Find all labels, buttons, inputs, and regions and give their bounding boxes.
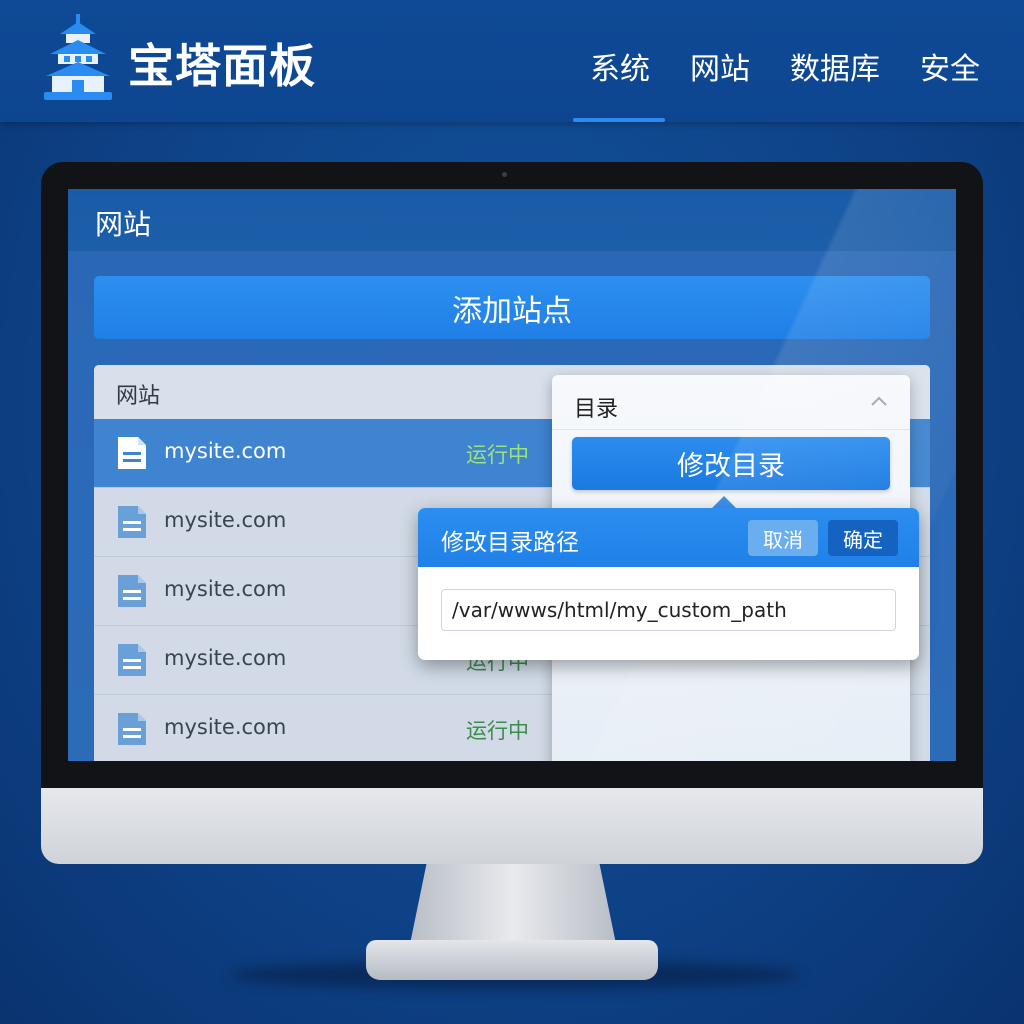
site-status: 运行中 [466,443,529,467]
modify-directory-button[interactable]: 修改目录 [572,437,890,490]
directory-label: 目录 [574,397,619,422]
monitor-stand [410,864,616,944]
brand-title: 宝塔面板 [128,39,316,93]
site-list-header-label: 网站 [116,384,161,409]
edit-path-dialog: 修改目录路径 取消 确定 [418,508,919,660]
site-name: mysite.com [164,577,287,601]
site-name: mysite.com [164,508,287,532]
confirm-button[interactable]: 确定 [828,520,898,556]
nav-item-system[interactable]: 系统 [590,44,650,88]
edit-path-dialog-header: 修改目录路径 取消 确定 [418,508,919,567]
monitor-screen: 网站 添加站点 网站 mysite.com 运行中 mysite.com mys… [68,189,956,761]
cancel-button[interactable]: 取消 [748,520,818,556]
monitor-stand-base [366,940,658,980]
nav-item-website[interactable]: 网站 [690,44,750,88]
page-title: 网站 [95,208,152,241]
file-icon [118,713,146,745]
site-name: mysite.com [164,646,287,670]
site-name: mysite.com [164,439,287,463]
dialog-title: 修改目录路径 [441,530,579,556]
chevron-up-icon[interactable] [870,395,888,407]
file-icon [118,644,146,676]
pagoda-logo-icon [44,14,112,100]
add-site-button[interactable]: 添加站点 [94,276,930,339]
active-nav-indicator [573,118,665,122]
site-status: 运行中 [466,719,529,743]
nav-item-security[interactable]: 安全 [920,44,980,88]
file-icon [118,506,146,538]
nav-item-database[interactable]: 数据库 [790,44,880,88]
camera-dot [502,172,507,177]
file-icon [118,575,146,607]
divider [552,429,910,430]
directory-path-input[interactable] [441,589,896,631]
file-icon [118,437,146,469]
site-name: mysite.com [164,715,287,739]
screen-header: 网站 [68,189,956,251]
top-header: 宝塔面板 系统 网站 数据库 安全 [0,0,1024,122]
monitor-chin [41,788,983,864]
